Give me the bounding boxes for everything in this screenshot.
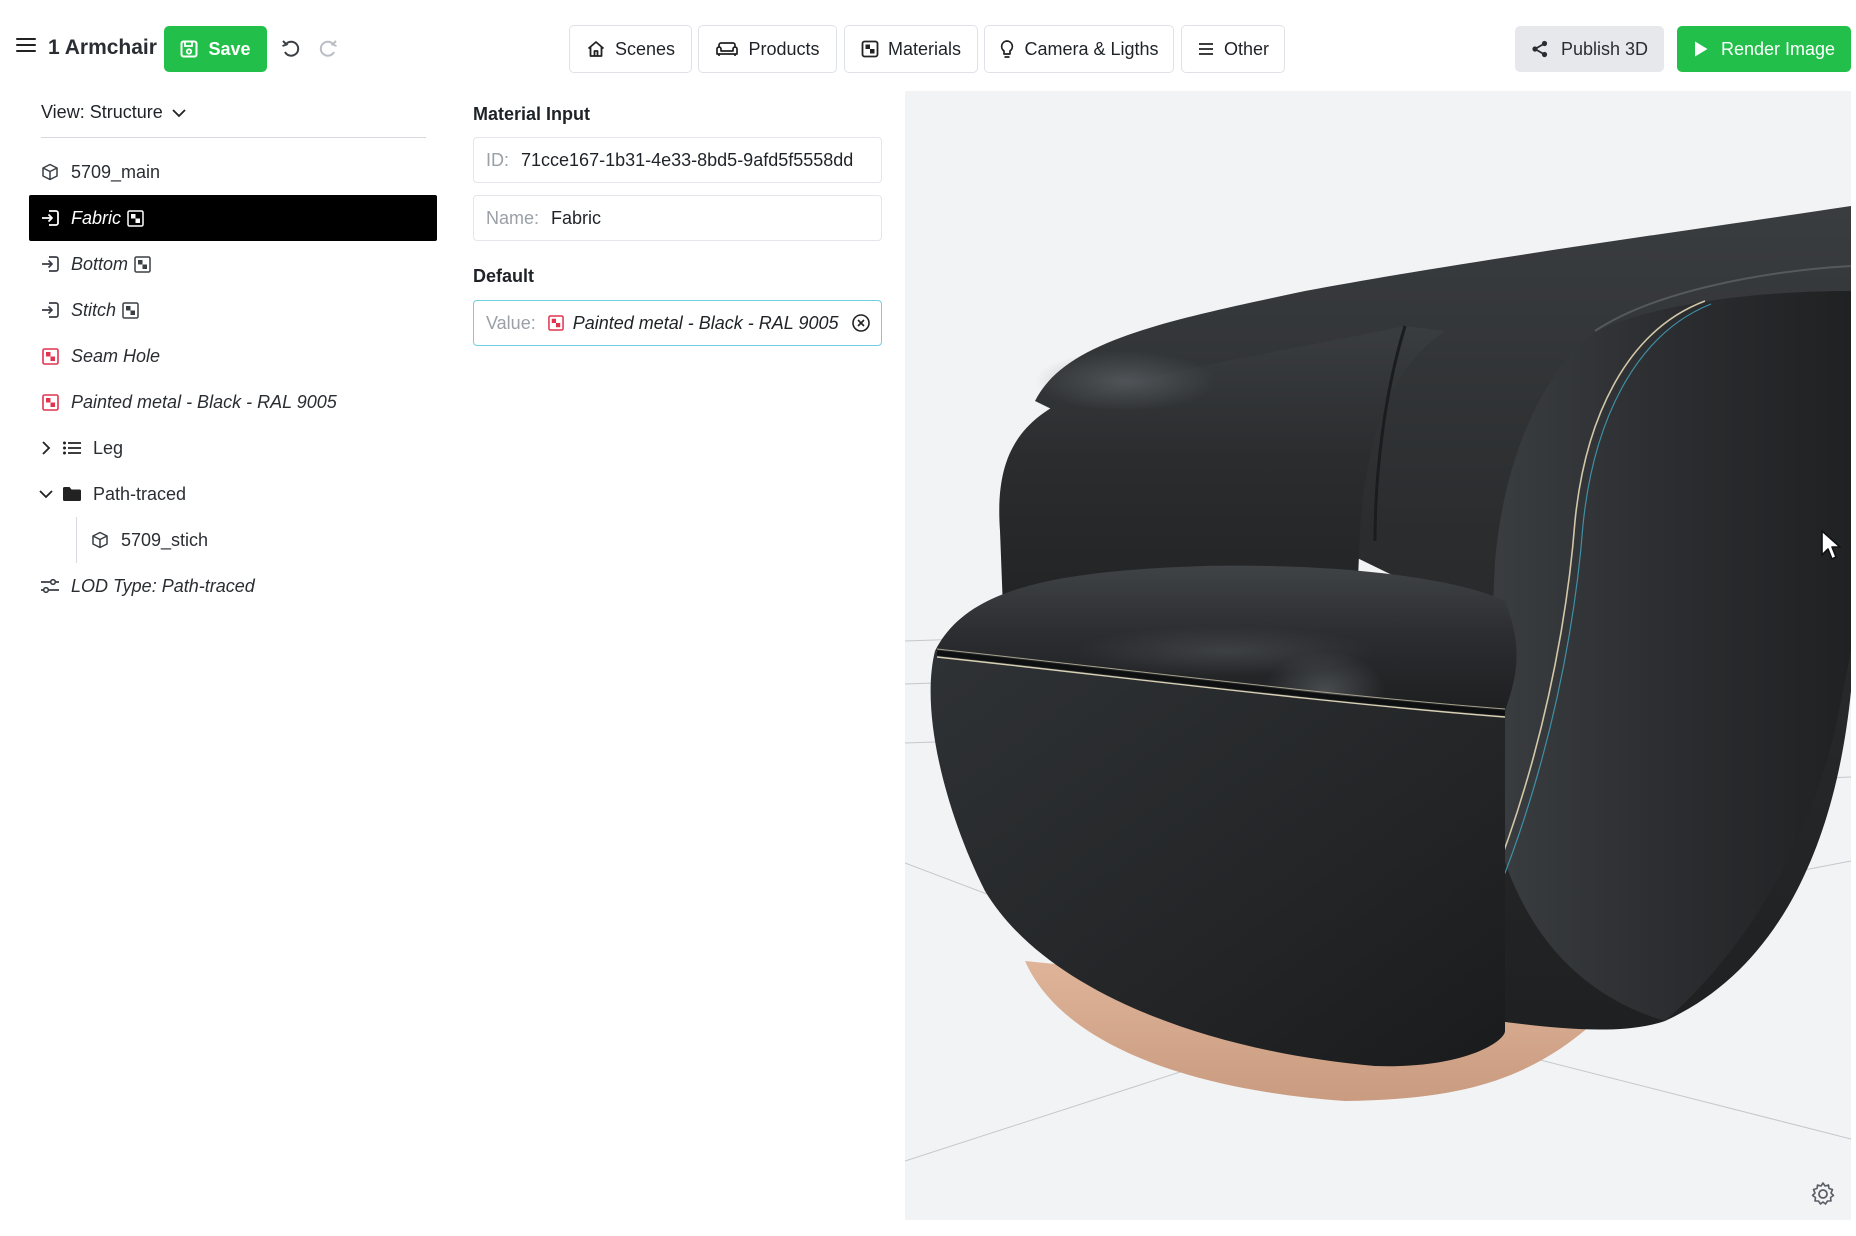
material-icon [861, 40, 879, 58]
lightbulb-icon [1001, 40, 1014, 58]
publish-label: Publish 3D [1560, 38, 1649, 59]
tree-item-path-traced[interactable]: Path-traced [29, 471, 437, 517]
tree-item-5709-stich[interactable]: 5709_stich [29, 517, 437, 563]
tree-guide-line [76, 517, 77, 563]
tab-label: Scenes [614, 38, 676, 59]
render-image-button[interactable]: Render Image [1677, 26, 1851, 72]
id-label: ID: [486, 149, 510, 170]
tab-label: Other [1223, 38, 1270, 59]
tree-item-label: Path-traced [93, 483, 187, 504]
view-label: View: Structure [41, 102, 163, 122]
save-icon [180, 40, 198, 58]
divider [41, 137, 426, 138]
tab-products[interactable]: Products [698, 25, 837, 73]
sofa-icon [716, 42, 739, 56]
material-badge-icon [127, 209, 144, 227]
tab-materials[interactable]: Materials [844, 25, 978, 73]
sliders-icon [39, 575, 61, 597]
tree-item-label: Seam Hole [71, 345, 161, 366]
tree-item-bottom[interactable]: Bottom [29, 241, 437, 287]
value-value: Painted metal - Black - RAL 9005 [572, 312, 839, 333]
name-label: Name: [486, 207, 540, 228]
tree-item-label: Bottom [71, 253, 129, 274]
cube-icon [89, 529, 111, 551]
name-value: Fabric [551, 207, 602, 228]
tree-item-painted-metal[interactable]: Painted metal - Black - RAL 9005 [29, 379, 437, 425]
default-value-field[interactable]: Value: Painted metal - Black - RAL 9005 [473, 300, 882, 346]
material-input-heading: Material Input [473, 104, 591, 124]
mouse-cursor-icon [1821, 530, 1841, 560]
material-input-icon [39, 299, 61, 321]
app-title: 1 Armchair [48, 36, 157, 59]
tab-camera-lights[interactable]: Camera & Ligths [984, 25, 1174, 73]
tab-label: Camera & Ligths [1024, 38, 1159, 59]
undo-icon[interactable] [276, 34, 306, 64]
default-heading: Default [473, 266, 535, 286]
list-icon [1198, 43, 1213, 55]
tree-item-label: LOD Type: Path-traced [71, 575, 255, 596]
tree-item-fabric[interactable]: Fabric [29, 195, 437, 241]
tree-item-label: Stitch [71, 299, 117, 320]
save-button[interactable]: Save [164, 26, 267, 72]
value-label: Value: [486, 312, 536, 333]
share-icon [1532, 40, 1548, 58]
publish-3d-button[interactable]: Publish 3D [1515, 26, 1664, 72]
tab-label: Materials [887, 38, 962, 59]
material-input-icon [39, 253, 61, 275]
chevron-down-icon [172, 108, 186, 117]
id-field[interactable]: ID: 71cce167-1b31-4e33-8bd5-9afd5f5558dd [473, 137, 882, 183]
list-icon [61, 437, 83, 459]
tree-item-label: Painted metal - Black - RAL 9005 [71, 391, 337, 412]
material-input-icon [39, 207, 61, 229]
chevron-right-icon[interactable] [35, 437, 57, 459]
top-bar: 1 Armchair Save Scenes Products Material… [0, 0, 1856, 96]
tree-item-stitch[interactable]: Stitch [29, 287, 437, 333]
name-field[interactable]: Name: Fabric [473, 195, 882, 241]
save-label: Save [208, 38, 251, 59]
tree-item-5709-main[interactable]: 5709_main [29, 149, 437, 195]
chevron-down-icon[interactable] [35, 483, 57, 505]
3d-viewport[interactable] [905, 91, 1851, 1220]
tree-item-label: 5709_stich [121, 529, 209, 550]
clear-value-icon[interactable] [851, 313, 871, 333]
cube-icon [39, 161, 61, 183]
tree-item-lod-type[interactable]: LOD Type: Path-traced [29, 563, 437, 609]
hamburger-menu-icon[interactable] [14, 34, 38, 58]
tree-item-label: Leg [93, 437, 124, 458]
redo-icon[interactable] [313, 34, 343, 64]
tree-item-label: 5709_main [71, 161, 161, 182]
home-icon [587, 41, 605, 57]
tab-other[interactable]: Other [1181, 25, 1285, 73]
tree-item-label: Fabric [71, 207, 122, 228]
material-swatch-icon [39, 345, 61, 367]
material-swatch-icon [547, 315, 564, 331]
view-structure-dropdown[interactable]: View: Structure [41, 102, 187, 123]
play-icon [1694, 41, 1708, 57]
tree-item-seam-hole[interactable]: Seam Hole [29, 333, 437, 379]
render-label: Render Image [1720, 38, 1836, 59]
folder-icon [61, 483, 83, 505]
material-badge-icon [122, 301, 139, 319]
tab-label: Products [748, 38, 820, 59]
armchair-render [905, 206, 1851, 1162]
material-swatch-icon [39, 391, 61, 413]
gear-icon[interactable] [1809, 1180, 1837, 1208]
id-value: 71cce167-1b31-4e33-8bd5-9afd5f5558dd [521, 149, 854, 170]
tree-item-leg[interactable]: Leg [29, 425, 437, 471]
material-badge-icon [134, 255, 151, 273]
tab-scenes[interactable]: Scenes [569, 25, 692, 73]
